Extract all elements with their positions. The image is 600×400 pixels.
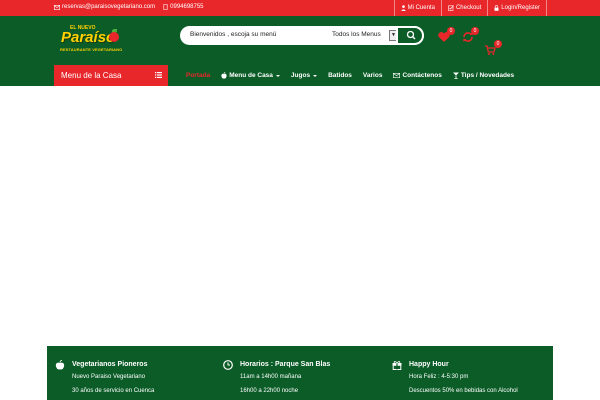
nav-item-label: Batidos (328, 72, 352, 79)
nav-item-batidos[interactable]: Batidos (328, 72, 352, 79)
apple-icon (55, 360, 65, 370)
search-input[interactable]: Bienvenidos , escoja su menú (190, 31, 276, 38)
nav-item-contactenos[interactable]: Contáctenos (393, 72, 442, 79)
checkout-label: Checkout (455, 5, 482, 11)
envelope-icon (393, 73, 401, 78)
apple-icon (221, 72, 227, 79)
contact-info: reservas@paraisovegetariano.com 09946987… (54, 4, 204, 10)
logo-subtitle: RESTAURANTE VEGETARIANO (60, 47, 123, 52)
user-icon (400, 5, 406, 11)
envelope-icon (54, 4, 60, 10)
info-col-line: Nuevo Paraiso Vegetariano (72, 374, 146, 380)
email-link[interactable]: reservas@paraisovegetariano.com (54, 4, 155, 10)
info-col-line: 16h00 a 22h00 noche (240, 388, 299, 394)
nav-item-tips-novedades[interactable]: Tips / Novedades (452, 72, 515, 79)
nav-item-portada[interactable]: Portada (186, 72, 210, 79)
nav-item-label: Jugos (290, 72, 311, 79)
nav-item-varios[interactable]: Varios (363, 72, 383, 79)
clock-icon (223, 360, 233, 370)
category-menu-label: Menu de la Casa (61, 71, 122, 80)
category-select[interactable]: Todos los Menus ▼ (332, 29, 398, 42)
info-bar: Vegetarianos Pioneros Nuevo Paraiso Vege… (47, 346, 553, 400)
info-col-title: Happy Hour (409, 361, 449, 368)
phone-link[interactable]: 0994698755 (163, 4, 204, 10)
nav-item-menu-de-casa[interactable]: Menu de Casa (221, 72, 280, 79)
info-col-line: Descuentos 50% en bebidas con Alcohol (409, 388, 518, 394)
my-account-label: Mi Cuenta (407, 5, 435, 11)
nav-item-label: Varios (362, 72, 383, 79)
checkout-link[interactable]: Checkout (440, 0, 487, 16)
search-icon (406, 30, 416, 40)
nav-item-label: Menu de Casa (229, 72, 273, 79)
checkout-icon (448, 5, 454, 11)
phone-text: 0994698755 (170, 4, 204, 10)
cocktail-icon (452, 72, 459, 79)
login-register-link[interactable]: Login/Register (487, 0, 547, 16)
info-col-line: Hora Feliz : 4-5:30 pm (409, 374, 469, 380)
nav-item-jugos[interactable]: Jugos (290, 72, 318, 79)
info-col-line: 30 años de servicio en Cuenca (72, 388, 155, 394)
main-navbar: Menu de la Casa Portada Menu de Casa Jug… (0, 65, 600, 86)
site-logo[interactable]: EL NUEVO Paraíso RESTAURANTE VEGETARIANO (59, 24, 123, 54)
cart-count: 0 (494, 40, 502, 48)
nav-item-label: Contáctenos (402, 72, 442, 79)
lock-icon (494, 5, 499, 11)
compare-button[interactable]: 0 (461, 27, 479, 46)
my-account-link[interactable]: Mi Cuenta (393, 0, 441, 16)
nav-item-label: Portada (186, 72, 211, 79)
compare-count: 0 (471, 27, 479, 35)
top-bar: reservas@paraisovegetariano.com 09946987… (0, 0, 600, 16)
caret-down-icon (313, 74, 318, 77)
info-col-title: Horarios : Parque San Blas (240, 361, 331, 368)
list-icon (155, 72, 162, 78)
search-bar: Bienvenidos , escoja su menú Todos los M… (180, 26, 424, 45)
info-col-title: Vegetarianos Pioneros (72, 361, 148, 368)
login-register-label: Login/Register (501, 5, 540, 11)
logo-name: Paraíso (61, 29, 116, 46)
caret-down-icon (275, 74, 280, 77)
category-menu-toggle[interactable]: Menu de la Casa (54, 65, 168, 86)
nav-menu: Portada Menu de Casa Jugos Batidos Vario… (186, 65, 514, 86)
gift-icon (392, 361, 402, 370)
search-button[interactable] (396, 26, 424, 45)
phone-icon (163, 4, 168, 10)
category-select-value: Todos los Menus (332, 31, 381, 38)
nav-item-label: Tips / Novedades (460, 72, 515, 79)
account-links: Mi Cuenta Checkout Login/Register (393, 0, 547, 16)
wishlist-button[interactable]: 0 (437, 27, 455, 46)
logo-tomato-icon (109, 32, 119, 42)
email-text: reservas@paraisovegetariano.com (62, 4, 156, 10)
info-col-line: 11am a 14h00 mañana (240, 374, 302, 380)
wishlist-count: 0 (447, 27, 455, 35)
cart-button[interactable]: 0 (484, 40, 502, 59)
